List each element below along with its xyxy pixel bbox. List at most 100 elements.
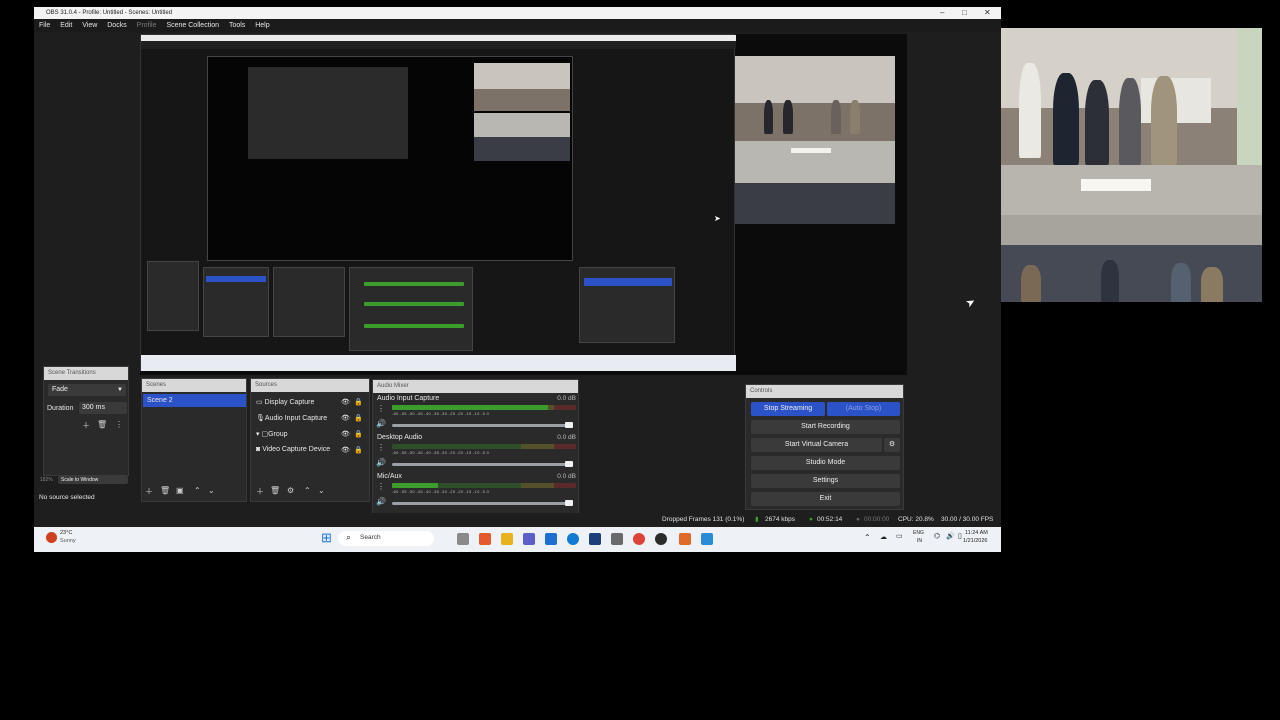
- cursor-icon: ➤: [714, 214, 721, 223]
- filters-icon[interactable]: ▣: [176, 486, 184, 495]
- windows-start-icon[interactable]: ⊞: [321, 531, 333, 544]
- taskbar-search-box[interactable]: ⌕ Search: [338, 531, 434, 546]
- volume-slider[interactable]: [392, 463, 572, 466]
- visibility-eye-icon[interactable]: 👁: [341, 446, 350, 454]
- menu-profile[interactable]: Profile: [137, 19, 157, 32]
- source-item[interactable]: ◙ Video Capture Device 👁 🔒: [256, 446, 368, 454]
- menu-help[interactable]: Help: [255, 19, 269, 32]
- volume-slider-handle[interactable]: [565, 500, 573, 506]
- microphone-icon: 🎙: [256, 415, 265, 422]
- studio-mode-button[interactable]: Studio Mode: [751, 456, 900, 470]
- close-button[interactable]: ✕: [984, 7, 991, 19]
- scale-mode-select[interactable]: Scale to Window: [58, 476, 128, 484]
- speaker-icon[interactable]: 🔊: [376, 419, 386, 428]
- move-down-icon[interactable]: ⌄: [318, 486, 325, 495]
- menu-tools[interactable]: Tools: [229, 19, 245, 32]
- source-item[interactable]: ▾ ▢Group 👁 🔒: [256, 430, 368, 438]
- lock-icon[interactable]: 🔒: [354, 446, 363, 454]
- speaker-icon[interactable]: 🔊: [376, 497, 386, 506]
- obs-icon[interactable]: [655, 533, 667, 545]
- add-source-icon[interactable]: ＋: [256, 486, 264, 497]
- app-icon[interactable]: [589, 533, 601, 545]
- menu-scene-collection[interactable]: Scene Collection: [166, 19, 219, 32]
- more-options-icon[interactable]: ⋮: [114, 420, 124, 429]
- channel-options-icon[interactable]: ⋮: [377, 443, 385, 452]
- add-transition-icon[interactable]: ＋: [81, 420, 91, 431]
- source-properties-icon[interactable]: ⚙: [287, 486, 294, 495]
- speaker-icon[interactable]: 🔊: [376, 458, 386, 467]
- edge-icon[interactable]: [567, 533, 579, 545]
- task-view-icon[interactable]: [457, 533, 469, 545]
- file-explorer-icon[interactable]: [501, 533, 513, 545]
- add-scene-icon[interactable]: ＋: [145, 486, 153, 497]
- app-icon[interactable]: [611, 533, 623, 545]
- channel-db: 0.0 dB: [557, 395, 576, 402]
- remove-transition-icon[interactable]: 🗑: [97, 420, 107, 429]
- channel-options-icon[interactable]: ⋮: [377, 482, 385, 491]
- scene-item[interactable]: Scene 2: [143, 394, 246, 407]
- chevron-up-icon[interactable]: ⌃: [864, 533, 871, 542]
- chrome-icon[interactable]: [633, 533, 645, 545]
- move-up-icon[interactable]: ⌃: [304, 486, 311, 495]
- transition-select[interactable]: Fade ▼: [48, 384, 126, 396]
- remove-source-icon[interactable]: 🗑: [270, 486, 280, 495]
- source-item[interactable]: ▭ Display Capture 👁 🔒: [256, 398, 368, 406]
- store-icon[interactable]: [545, 533, 557, 545]
- menu-file[interactable]: File: [39, 19, 50, 32]
- lock-icon[interactable]: 🔒: [354, 414, 363, 422]
- menu-edit[interactable]: Edit: [60, 19, 72, 32]
- move-down-icon[interactable]: ⌄: [208, 486, 215, 495]
- maximize-button[interactable]: □: [962, 7, 967, 19]
- lock-icon[interactable]: 🔒: [354, 430, 363, 438]
- move-up-icon[interactable]: ⌃: [194, 486, 201, 495]
- mixer-channel: Audio Input Capture 0.0 dB ⋮ -60 -55 -50…: [373, 395, 580, 433]
- visibility-eye-icon[interactable]: 👁: [341, 430, 350, 438]
- volume-slider[interactable]: [392, 502, 572, 505]
- virtual-camera-settings-gear-icon[interactable]: ⚙: [884, 438, 900, 452]
- remove-scene-icon[interactable]: 🗑: [160, 486, 170, 495]
- mixer-channel: Mic/Aux 0.0 dB ⋮ -60 -55 -50 -45 -40 -35…: [373, 473, 580, 511]
- chevron-down-icon: ▼: [117, 387, 123, 393]
- language-code[interactable]: ENG: [913, 530, 924, 536]
- menu-docks[interactable]: Docks: [107, 19, 126, 32]
- stop-streaming-button[interactable]: Stop Streaming: [751, 402, 825, 416]
- minimize-button[interactable]: –: [940, 7, 944, 19]
- app-icon[interactable]: [679, 533, 691, 545]
- volume-icon[interactable]: 🔊: [946, 532, 955, 540]
- start-recording-button[interactable]: Start Recording: [751, 420, 900, 434]
- menu-view[interactable]: View: [82, 19, 97, 32]
- auto-stop-button[interactable]: (Auto Stop): [827, 402, 900, 416]
- volume-slider[interactable]: [392, 424, 572, 427]
- duration-field[interactable]: 300 ms: [79, 402, 127, 414]
- scene-name: Scene 2: [147, 397, 173, 404]
- controls-dock-header: Controls: [746, 385, 903, 398]
- clock-date[interactable]: 1/21/2026: [963, 538, 987, 544]
- visibility-eye-icon[interactable]: 👁: [341, 398, 350, 406]
- mixer-dock-header: Audio Mixer: [373, 380, 578, 393]
- battery-status-icon[interactable]: ▯: [958, 532, 962, 540]
- visibility-eye-icon[interactable]: 👁: [341, 414, 350, 422]
- cloud-icon[interactable]: ☁: [880, 533, 887, 541]
- settings-button[interactable]: Settings: [751, 474, 900, 488]
- region-code[interactable]: IN: [917, 538, 922, 544]
- exit-button[interactable]: Exit: [751, 492, 900, 506]
- nested-preview: [207, 56, 573, 261]
- preview-canvas[interactable]: [140, 34, 907, 375]
- battery-icon[interactable]: ▭: [896, 532, 903, 540]
- teams-icon[interactable]: [523, 533, 535, 545]
- sources-dock: Sources ▭ Display Capture 👁 🔒 🎙Audio Inp…: [250, 378, 370, 502]
- channel-options-icon[interactable]: ⋮: [377, 404, 385, 413]
- nested-controls-dock: [579, 267, 675, 343]
- obs-window: OBS 31.0.4 - Profile: Untitled - Scenes:…: [34, 7, 1001, 552]
- duration-value: 300 ms: [82, 404, 105, 411]
- copilot-icon[interactable]: [479, 533, 491, 545]
- start-virtual-camera-button[interactable]: Start Virtual Camera: [751, 438, 882, 452]
- clock-time[interactable]: 11:24 AM: [965, 530, 988, 536]
- lock-icon[interactable]: 🔒: [354, 398, 363, 406]
- volume-slider-handle[interactable]: [565, 461, 573, 467]
- weather-icon[interactable]: [46, 532, 57, 543]
- source-item[interactable]: 🎙Audio Input Capture 👁 🔒: [256, 414, 368, 422]
- volume-slider-handle[interactable]: [565, 422, 573, 428]
- app-icon[interactable]: [701, 533, 713, 545]
- network-icon[interactable]: ⌬: [934, 532, 940, 540]
